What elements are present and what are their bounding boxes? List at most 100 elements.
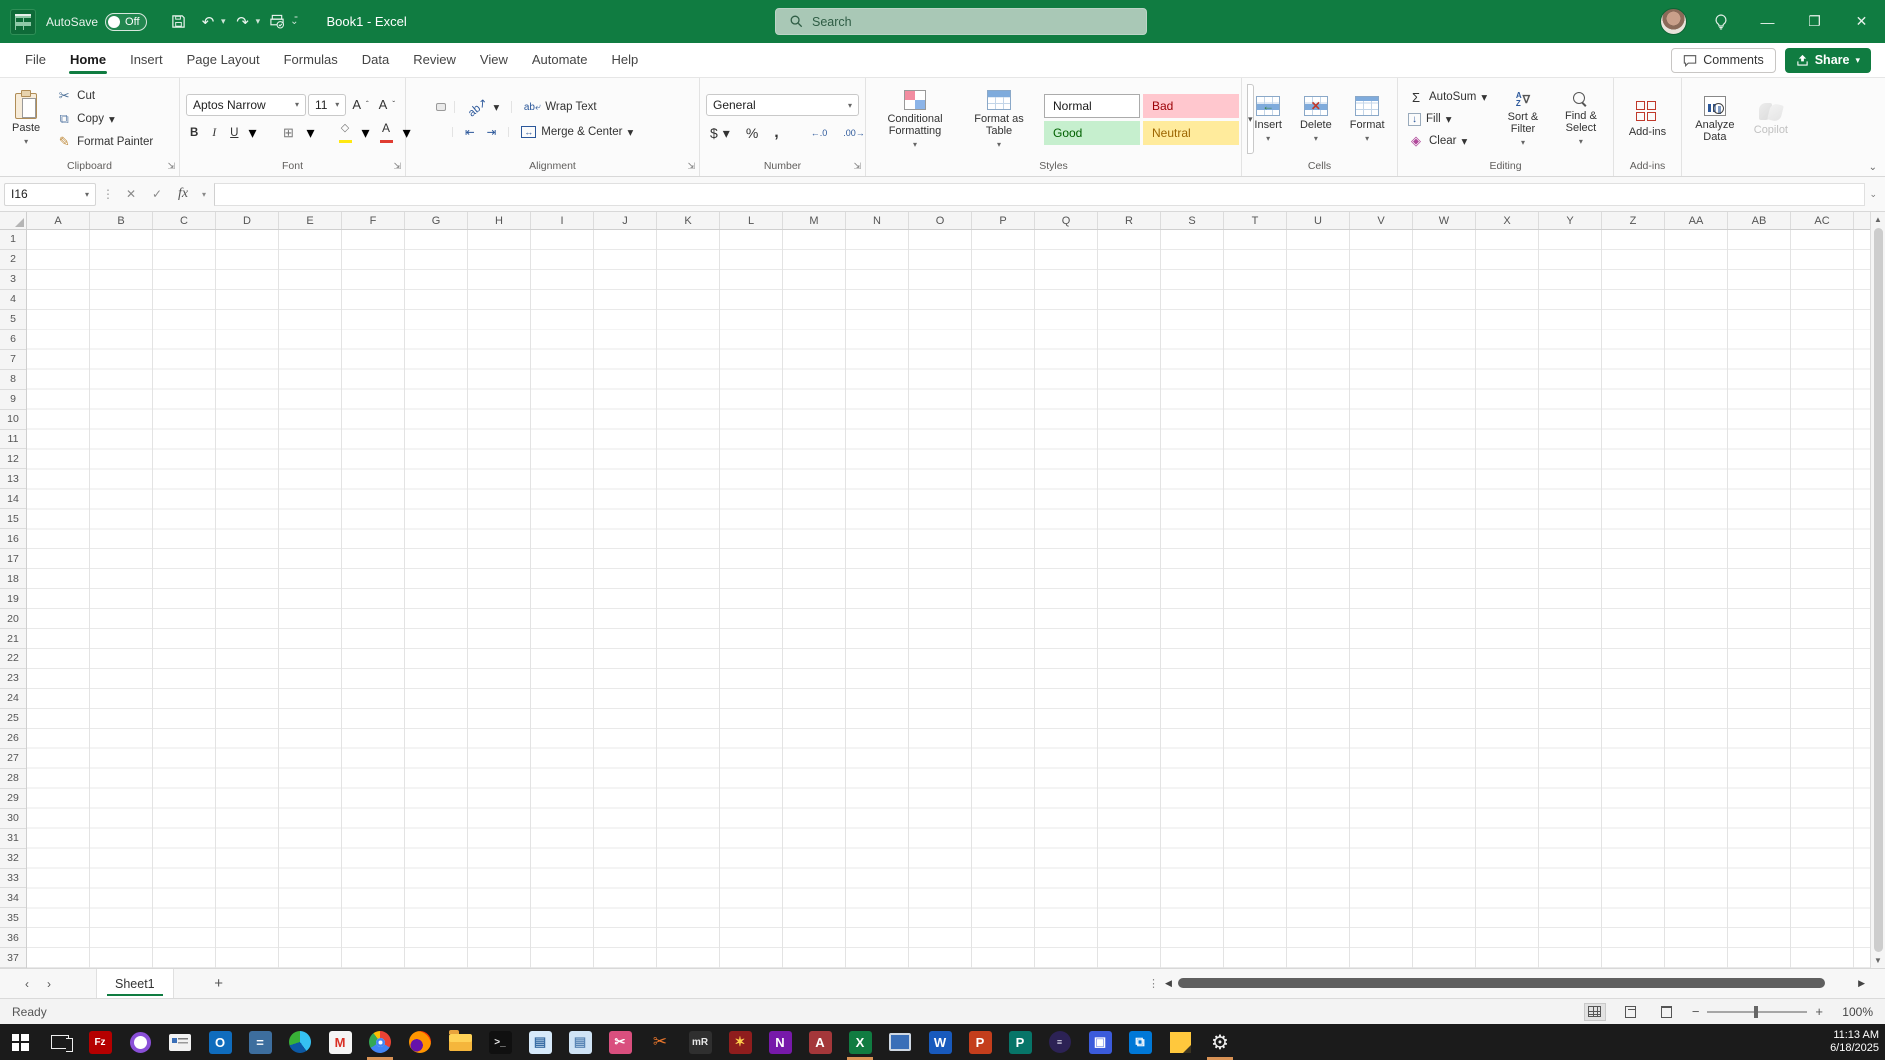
row-header-8[interactable]: 8: [0, 370, 26, 390]
pc-status-icon[interactable]: [880, 1024, 920, 1060]
row-header-19[interactable]: 19: [0, 589, 26, 609]
row-header-10[interactable]: 10: [0, 410, 26, 430]
scroll-left-arrow[interactable]: ◀: [1165, 978, 1172, 989]
font-size-combo[interactable]: 11▾: [308, 94, 346, 116]
column-header-C[interactable]: C: [153, 212, 216, 229]
row-header-12[interactable]: 12: [0, 449, 26, 469]
font-name-combo[interactable]: Aptos Narrow▾: [186, 94, 306, 116]
file-explorer-icon[interactable]: [440, 1024, 480, 1060]
tab-review[interactable]: Review: [402, 45, 467, 75]
new-sheet-button[interactable]: +: [204, 975, 234, 992]
page-layout-view-button[interactable]: [1620, 1003, 1642, 1021]
expand-formula-bar-button[interactable]: ⌄: [1869, 189, 1881, 200]
collapse-ribbon-button[interactable]: ⌄: [1869, 162, 1877, 173]
analyze-data-button[interactable]: Analyze Data: [1688, 94, 1742, 145]
decrease-font-size-button[interactable]: Aˇ: [375, 95, 399, 114]
tab-help[interactable]: Help: [601, 45, 650, 75]
paste-button[interactable]: Paste ▾: [6, 91, 46, 148]
middle-align-button[interactable]: [424, 104, 432, 110]
decrease-decimal-button[interactable]: .00→: [839, 126, 869, 140]
zoom-slider[interactable]: [1707, 1011, 1807, 1013]
column-header-O[interactable]: O: [909, 212, 972, 229]
row-header-35[interactable]: 35: [0, 908, 26, 928]
row-header-36[interactable]: 36: [0, 928, 26, 948]
row-header-32[interactable]: 32: [0, 849, 26, 869]
ideas-lightbulb-icon[interactable]: [1697, 0, 1744, 43]
find-select-button[interactable]: Find & Select▾: [1555, 90, 1607, 148]
paintshop-icon[interactable]: ✶: [720, 1024, 760, 1060]
eclipse-icon[interactable]: ≡: [1040, 1024, 1080, 1060]
row-header-29[interactable]: 29: [0, 789, 26, 809]
accounting-format-button[interactable]: $▾: [706, 123, 734, 144]
chrome-icon[interactable]: [360, 1024, 400, 1060]
percent-style-button[interactable]: %: [742, 123, 762, 143]
addins-button[interactable]: Add-ins: [1623, 99, 1672, 140]
row-header-20[interactable]: 20: [0, 609, 26, 629]
quick-print-button[interactable]: [264, 9, 290, 35]
close-button[interactable]: ✕: [1838, 0, 1885, 43]
row-header-4[interactable]: 4: [0, 290, 26, 310]
firefox-icon[interactable]: [400, 1024, 440, 1060]
bold-button[interactable]: B: [186, 125, 202, 141]
tab-file[interactable]: File: [14, 45, 57, 75]
row-header-6[interactable]: 6: [0, 330, 26, 350]
column-header-G[interactable]: G: [405, 212, 468, 229]
align-right-button[interactable]: [436, 129, 444, 135]
scissors-app-icon[interactable]: ✂: [640, 1024, 680, 1060]
row-header-1[interactable]: 1: [0, 230, 26, 250]
column-header-AC[interactable]: AC: [1791, 212, 1854, 229]
row-header-14[interactable]: 14: [0, 489, 26, 509]
zoom-in-button[interactable]: +: [1815, 1004, 1823, 1019]
journal-app-icon[interactable]: ▤: [560, 1024, 600, 1060]
column-header-AB[interactable]: AB: [1728, 212, 1791, 229]
select-all-corner[interactable]: [0, 212, 27, 229]
decrease-indent-button[interactable]: ⇤: [461, 123, 479, 141]
notes-app-icon[interactable]: ▤: [520, 1024, 560, 1060]
save-button[interactable]: [165, 9, 191, 35]
excel-app-icon[interactable]: [10, 9, 36, 35]
number-dialog-launcher[interactable]: ⇲: [853, 161, 861, 172]
access-icon[interactable]: A: [800, 1024, 840, 1060]
system-clock[interactable]: 11:13 AM 6/18/2025: [1830, 1024, 1879, 1060]
terminal-icon[interactable]: >_: [480, 1024, 520, 1060]
row-header-2[interactable]: 2: [0, 250, 26, 270]
powerpoint-icon[interactable]: P: [960, 1024, 1000, 1060]
row-header-23[interactable]: 23: [0, 669, 26, 689]
row-header-7[interactable]: 7: [0, 350, 26, 370]
alignment-dialog-launcher[interactable]: ⇲: [687, 161, 695, 172]
format-painter-button[interactable]: ✎Format Painter: [52, 132, 157, 152]
column-header-I[interactable]: I: [531, 212, 594, 229]
task-view-button[interactable]: [40, 1024, 80, 1060]
column-header-H[interactable]: H: [468, 212, 531, 229]
column-header-U[interactable]: U: [1287, 212, 1350, 229]
cancel-entry-button[interactable]: ✕: [120, 183, 142, 205]
column-header-A[interactable]: A: [27, 212, 90, 229]
row-header-30[interactable]: 30: [0, 809, 26, 829]
column-header-T[interactable]: T: [1224, 212, 1287, 229]
font-dialog-launcher[interactable]: ⇲: [393, 161, 401, 172]
redo-dropdown[interactable]: ▾: [256, 16, 261, 27]
share-button[interactable]: Share ▾: [1785, 48, 1871, 73]
zoom-out-button[interactable]: −: [1692, 1004, 1700, 1019]
tab-home[interactable]: Home: [59, 45, 117, 75]
align-center-button[interactable]: [424, 129, 432, 135]
cut-button[interactable]: ✂Cut: [52, 86, 157, 106]
number-format-combo[interactable]: General▾: [706, 94, 859, 116]
format-cells-button[interactable]: Format▾: [1344, 94, 1391, 145]
row-header-21[interactable]: 21: [0, 629, 26, 649]
tab-page-layout[interactable]: Page Layout: [176, 45, 271, 75]
user-avatar[interactable]: [1660, 8, 1687, 35]
customize-qat-button[interactable]: ⌄̄: [290, 16, 298, 27]
clipboard-dialog-launcher[interactable]: ⇲: [167, 161, 175, 172]
top-align-button[interactable]: [412, 104, 420, 110]
comments-button[interactable]: Comments: [1671, 48, 1775, 73]
name-box[interactable]: I16▾: [4, 183, 96, 206]
fill-color-button[interactable]: ◇: [335, 121, 356, 145]
copilot-button[interactable]: Copilot: [1748, 101, 1794, 138]
scroll-right-arrow[interactable]: ▶: [1858, 978, 1865, 989]
sheet-tab-sheet1[interactable]: Sheet1: [96, 969, 174, 998]
insert-function-button[interactable]: fx: [172, 183, 194, 205]
row-header-16[interactable]: 16: [0, 529, 26, 549]
vertical-scroll-thumb[interactable]: [1874, 228, 1883, 952]
formula-input[interactable]: [214, 183, 1865, 206]
